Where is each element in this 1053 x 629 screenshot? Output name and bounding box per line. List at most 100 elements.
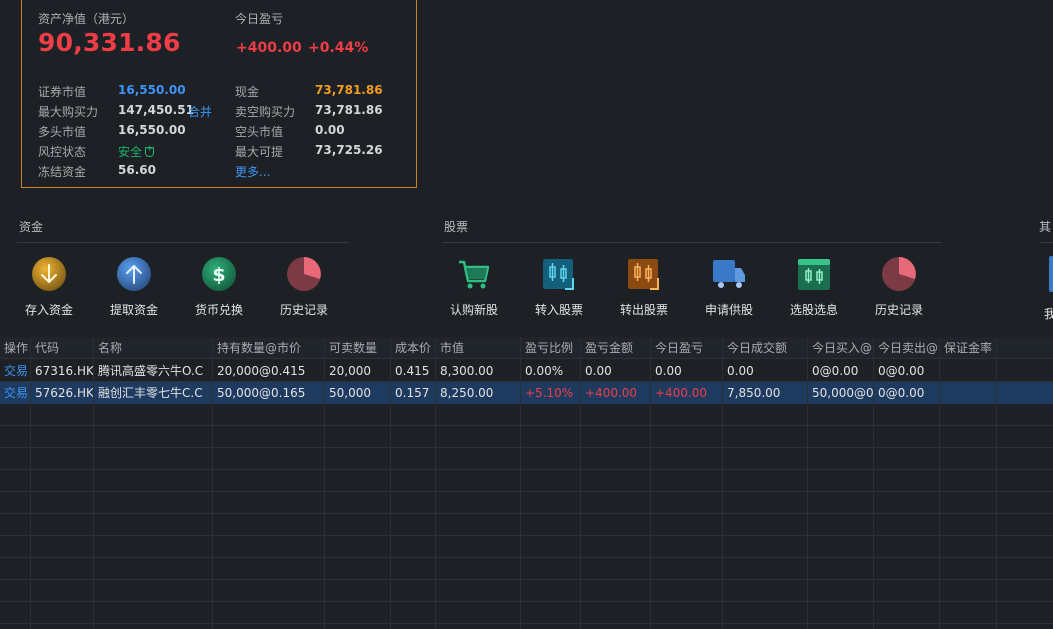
grid-line (939, 337, 940, 629)
cell-today-sell: 0@0.00 (874, 382, 940, 404)
ipo-subscribe-button[interactable]: 认购新股 (434, 256, 514, 318)
securities-value: 16,550.00 (118, 83, 186, 97)
withdraw-label: 提取资金 (109, 303, 158, 317)
cell-pnl-pct: +5.10% (521, 382, 581, 404)
risk-status-value: 安全 (118, 145, 143, 159)
currency-exchange-button[interactable]: $ 货币兑换 (179, 256, 259, 318)
cell-today-buy: 50,000@0. (808, 382, 874, 404)
col-header[interactable]: 保证金率 (940, 337, 997, 359)
trade-link[interactable]: 交易 (0, 360, 31, 382)
table-header: 操作 代码 名称 持有数量@市价 可卖数量 成本价 市值 盈亏比例 盈亏金额 今… (0, 337, 1053, 359)
deposit-label: 存入资金 (24, 303, 73, 317)
cash-label: 现金 (235, 85, 260, 99)
funds-history-button[interactable]: 历史记录 (264, 256, 344, 318)
transfer-in-label: 转入股票 (534, 303, 583, 317)
funds-section-title: 资金 (19, 220, 44, 234)
other-tool-label[interactable]: 我 (1044, 305, 1053, 322)
cell-margin (940, 382, 997, 404)
col-header[interactable]: 今日卖出@ (874, 337, 940, 359)
merge-link[interactable]: 合并 (188, 103, 212, 120)
deposit-icon (32, 257, 66, 291)
short-buying-power-label: 卖空购买力 (235, 105, 296, 119)
col-header[interactable]: 盈亏比例 (521, 337, 581, 359)
frozen-funds-label: 冻结资金 (38, 165, 87, 179)
rights-issue-button[interactable]: 申请供股 (689, 256, 769, 318)
cell-today-pnl: +400.00 (651, 382, 723, 404)
long-value: 16,550.00 (118, 123, 186, 137)
max-withdrawable-label: 最大可提 (235, 145, 284, 159)
transfer-out-button[interactable]: 转出股票 (604, 256, 684, 318)
long-value-label: 多头市值 (38, 125, 87, 139)
scrip-dividend-button[interactable]: 选股选息 (774, 256, 854, 318)
max-withdrawable-value: 73,725.26 (315, 143, 383, 157)
grid-line (435, 337, 436, 629)
table-row[interactable]: 交易 57626.HK 融创汇丰零七牛C.C 50,000@0.165 50,0… (0, 382, 1053, 404)
cell-code: 57626.HK (31, 382, 94, 404)
cell-code: 67316.HK (31, 360, 94, 382)
col-header[interactable]: 今日成交额 (723, 337, 808, 359)
col-header[interactable]: 可卖数量 (325, 337, 391, 359)
cell-pnl-pct: 0.00% (521, 360, 581, 382)
today-pnl-label: 今日盈亏 (235, 12, 284, 26)
short-value: 0.00 (315, 123, 345, 137)
trade-link[interactable]: 交易 (0, 382, 31, 404)
deposit-button[interactable]: 存入资金 (9, 256, 89, 318)
grid-line (30, 337, 31, 629)
rights-issue-label: 申请供股 (704, 303, 753, 317)
transfer-in-icon (543, 259, 574, 290)
securities-value-label: 证券市值 (38, 85, 87, 99)
col-header[interactable]: 名称 (94, 337, 213, 359)
cell-cost: 0.415 (391, 360, 436, 382)
stocks-divider (442, 242, 942, 243)
truck-icon (713, 260, 745, 288)
grid-line (580, 337, 581, 629)
summary-row: 证券市值 16,550.00 现金 73,781.86 (22, 83, 416, 103)
shield-icon (145, 144, 155, 157)
transfer-out-label: 转出股票 (619, 303, 668, 317)
other-section-title: 其 (1039, 220, 1052, 234)
account-summary-panel: 资产净值（港元） 90,331.86 今日盈亏 +400.00 +0.44% 证… (21, 0, 417, 188)
grid-line (93, 337, 94, 629)
col-header[interactable]: 成本价 (391, 337, 436, 359)
table-row[interactable]: 交易 67316.HK 腾讯高盛零六牛O.C 20,000@0.415 20,0… (0, 360, 1053, 382)
transfer-in-button[interactable]: 转入股票 (519, 256, 599, 318)
other-divider (1039, 242, 1053, 243)
scrip-dividend-label: 选股选息 (789, 303, 838, 317)
cell-today-pnl: 0.00 (651, 360, 723, 382)
cell-name: 融创汇丰零七牛C.C (94, 382, 213, 404)
grid-line (650, 337, 651, 629)
history-pie-icon (287, 257, 321, 291)
today-pnl-value: +400.00 (236, 40, 302, 56)
grid-line (807, 337, 808, 629)
cell-sellable: 50,000 (325, 382, 391, 404)
today-pnl-percent: +0.44% (308, 40, 369, 56)
stocks-history-label: 历史记录 (874, 303, 923, 317)
col-header[interactable]: 市值 (436, 337, 521, 359)
withdraw-button[interactable]: 提取资金 (94, 256, 174, 318)
more-link[interactable]: 更多... (235, 163, 270, 180)
col-header[interactable]: 操作 (0, 337, 31, 359)
col-header[interactable]: 盈亏金额 (581, 337, 651, 359)
cell-today-buy: 0@0.00 (808, 360, 874, 382)
other-tool-icon[interactable] (1049, 256, 1053, 292)
col-header[interactable]: 代码 (31, 337, 94, 359)
risk-status-label: 风控状态 (38, 145, 87, 159)
cell-qty-price: 50,000@0.165 (213, 382, 325, 404)
col-header[interactable]: 持有数量@市价 (213, 337, 325, 359)
col-header[interactable]: 今日买入@ (808, 337, 874, 359)
funds-divider (17, 242, 349, 243)
cell-market-value: 8,300.00 (436, 360, 521, 382)
ipo-subscribe-label: 认购新股 (449, 303, 498, 317)
col-header[interactable]: 今日盈亏 (651, 337, 723, 359)
grid-line (996, 337, 997, 629)
stocks-history-button[interactable]: 历史记录 (859, 256, 939, 318)
grid-line (390, 337, 391, 629)
max-buying-power-value: 147,450.51 (118, 103, 194, 117)
cell-sellable: 20,000 (325, 360, 391, 382)
net-assets-label: 资产净值（港元） (38, 12, 135, 26)
grid-line (873, 337, 874, 629)
cell-name: 腾讯高盛零六牛O.C (94, 360, 213, 382)
history-pie-icon (882, 257, 916, 291)
short-value-label: 空头市值 (235, 125, 284, 139)
funds-history-label: 历史记录 (279, 303, 328, 317)
